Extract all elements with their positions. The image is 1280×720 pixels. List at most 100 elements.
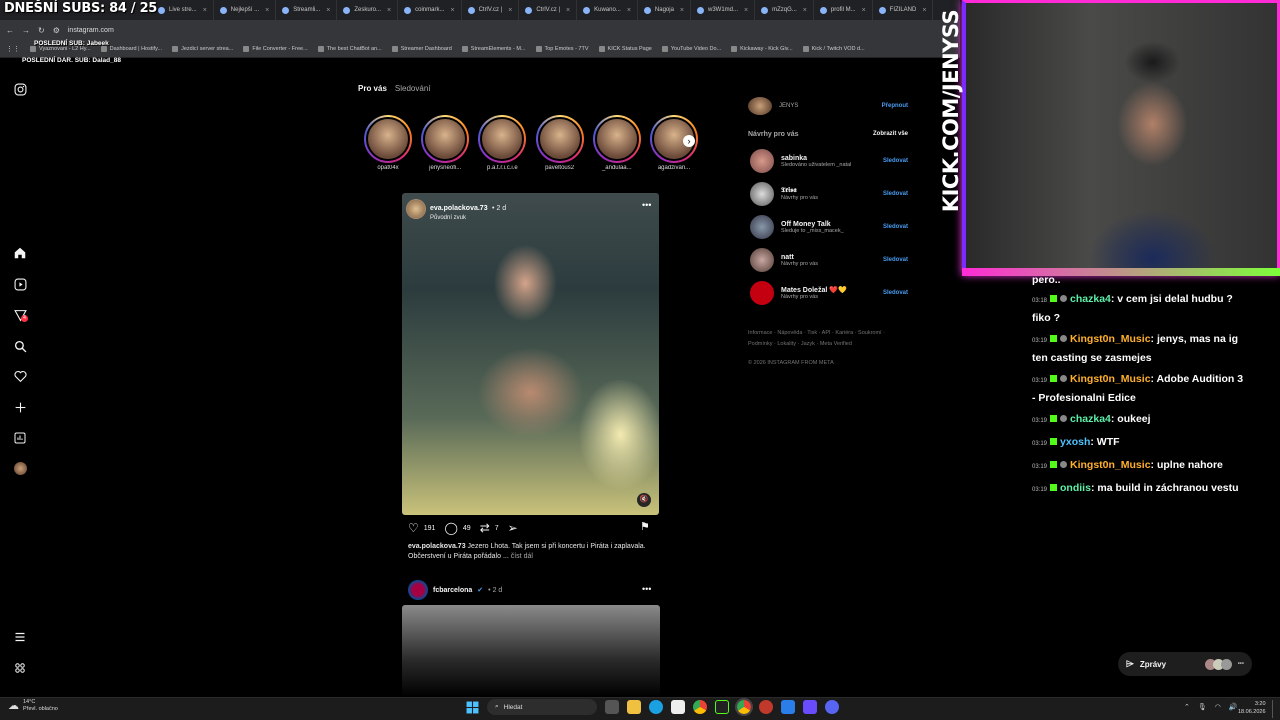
follow-button[interactable]: Sledovat xyxy=(883,191,908,197)
more-icon[interactable]: ••• xyxy=(1238,661,1244,667)
site-info-icon[interactable]: ⚙ xyxy=(53,26,60,35)
profile-avatar[interactable] xyxy=(12,460,28,476)
suggestion-avatar[interactable] xyxy=(750,281,774,305)
post2-more-icon[interactable]: ••• xyxy=(642,584,651,594)
stories-next-icon[interactable]: › xyxy=(683,135,695,147)
menu-icon[interactable] xyxy=(12,629,28,645)
browser-tab[interactable]: coinmark... × xyxy=(398,0,462,20)
mic-icon[interactable]: 🎙 xyxy=(1198,703,1207,711)
follow-button[interactable]: Sledovat xyxy=(883,158,908,164)
browser-tab[interactable]: Live stre... × xyxy=(152,0,214,20)
follow-button[interactable]: Sledovat xyxy=(883,224,908,230)
save-icon[interactable]: ⚑ xyxy=(640,520,650,533)
tab-close-icon[interactable]: × xyxy=(922,7,926,14)
edge-icon[interactable] xyxy=(649,700,663,714)
clock[interactable]: 3:20 18.06.2026 xyxy=(1238,700,1266,716)
reload-icon[interactable]: ↻ xyxy=(38,26,45,35)
bookmark-item[interactable]: Dashboard | Hostify... xyxy=(100,46,162,52)
post-author[interactable]: eva.polackova.73 xyxy=(430,205,488,212)
chat-username[interactable]: ondiis xyxy=(1060,482,1091,494)
suggestion-name[interactable]: Off Money Talk xyxy=(781,221,883,228)
chat-username[interactable]: Kingst0n_Music xyxy=(1070,373,1151,385)
suggestion-name[interactable]: natt xyxy=(781,254,883,261)
suggestion-avatar[interactable] xyxy=(750,182,774,206)
messages-icon[interactable]: 4 xyxy=(12,307,28,323)
browser-tab[interactable]: Nagoja × xyxy=(638,0,692,20)
browser-tab[interactable]: FIZILAND × xyxy=(873,0,934,20)
tab-close-icon[interactable]: × xyxy=(203,7,207,14)
current-avatar[interactable] xyxy=(748,97,772,115)
chat-username[interactable]: Kingst0n_Music xyxy=(1070,459,1151,471)
browser-tab[interactable]: Zeskuro... × xyxy=(337,0,399,20)
browser-tab[interactable]: CtrlV.cz | × xyxy=(519,0,578,20)
suggestion-name[interactable]: 𝕿𝖗𝖎𝖘𝖆 xyxy=(781,187,883,195)
browser-tab[interactable]: mZzqG... × xyxy=(755,0,814,20)
suggestion-name[interactable]: sabinka xyxy=(781,155,883,162)
apps-grid-icon[interactable]: ⋮⋮ xyxy=(6,45,20,53)
bookmark-item[interactable]: Jezdicí server strea... xyxy=(172,46,233,52)
switch-link[interactable]: Přepnout xyxy=(882,103,908,109)
discord-icon[interactable] xyxy=(825,700,839,714)
share-icon[interactable]: ➢ xyxy=(508,521,518,535)
show-desktop-strip[interactable] xyxy=(1272,700,1273,718)
chrome-active-icon[interactable] xyxy=(735,698,753,716)
chat-username[interactable]: yxosh xyxy=(1060,436,1090,448)
follow-button[interactable]: Sledovat xyxy=(883,257,908,263)
post-more-icon[interactable]: ••• xyxy=(642,200,651,210)
post2-media[interactable] xyxy=(402,605,660,697)
post2-avatar[interactable] xyxy=(408,580,428,600)
url-field[interactable]: instagram.com xyxy=(68,27,114,34)
story-item[interactable]: p.a.t.r.i.c.i.e xyxy=(475,115,529,171)
chat-username[interactable]: chazka4 xyxy=(1070,293,1111,305)
bookmark-item[interactable]: Top Emotes - 7TV xyxy=(535,46,589,52)
chrome-icon[interactable] xyxy=(693,700,707,714)
store-icon[interactable] xyxy=(671,700,685,714)
comment-icon[interactable]: ◯ xyxy=(444,521,457,535)
word-icon[interactable] xyxy=(781,700,795,714)
browser-tab[interactable]: w3W1md... × xyxy=(691,0,756,20)
bookmark-item[interactable]: Kick / Twitch VOD d... xyxy=(802,46,865,52)
tab-close-icon[interactable]: × xyxy=(450,7,454,14)
file-explorer-icon[interactable] xyxy=(627,700,641,714)
terminal-icon[interactable] xyxy=(715,700,729,714)
back-icon[interactable]: ← xyxy=(6,26,14,35)
footer-links[interactable]: Informace · Nápověda · Tisk · API · Kari… xyxy=(748,328,908,350)
meta-apps-icon[interactable] xyxy=(12,660,28,676)
chat-username[interactable]: Kingst0n_Music xyxy=(1070,333,1151,345)
suggestion-avatar[interactable] xyxy=(750,149,774,173)
browser-tab[interactable]: CtrlV.cz | × xyxy=(462,0,520,20)
tab-close-icon[interactable]: × xyxy=(680,7,684,14)
bookmark-item[interactable]: The best ChatBot an... xyxy=(317,46,382,52)
post-media[interactable]: 🔇 xyxy=(402,193,659,515)
story-item[interactable]: paveltous2 xyxy=(533,115,587,171)
bookmark-item[interactable]: Streamer Dashboard xyxy=(391,46,452,52)
read-more-link[interactable]: číst dál xyxy=(511,553,533,560)
suggestion-avatar[interactable] xyxy=(750,215,774,239)
messages-button[interactable]: ⌲ Zprávy ••• xyxy=(1118,652,1252,676)
tray-chevron-icon[interactable]: ⌃ xyxy=(1184,703,1190,711)
post2-author[interactable]: fcbarcelona xyxy=(433,587,472,594)
bookmark-item[interactable]: YouTube Video Do... xyxy=(661,46,721,52)
tab-close-icon[interactable]: × xyxy=(387,7,391,14)
chat-username[interactable]: chazka4 xyxy=(1070,413,1111,425)
reels-icon[interactable] xyxy=(12,276,28,292)
like-icon[interactable]: ♡ xyxy=(408,521,419,535)
story-item[interactable]: jenysneofi... xyxy=(418,115,472,171)
browser-tab[interactable]: Kuwano... × xyxy=(577,0,638,20)
tab-close-icon[interactable]: × xyxy=(566,7,570,14)
story-item[interactable]: opat04x xyxy=(361,115,415,171)
tab-close-icon[interactable]: × xyxy=(803,7,807,14)
heart-icon[interactable] xyxy=(12,368,28,384)
weather-widget[interactable]: ☁ 14°C Převl. oblačno xyxy=(8,699,58,713)
forward-icon[interactable]: → xyxy=(22,26,30,35)
suggestion-name[interactable]: Mates Doležal ❤️💛 xyxy=(781,286,883,294)
browser-tab[interactable]: Nejlepší ... × xyxy=(214,0,277,20)
repost-icon[interactable]: ⇄ xyxy=(480,521,490,535)
volume-icon[interactable]: 🔊 xyxy=(1229,703,1238,711)
bookmark-item[interactable]: StreamElements - M... xyxy=(461,46,526,52)
see-all-link[interactable]: Zobrazit vše xyxy=(873,131,908,138)
post-author-avatar[interactable] xyxy=(406,199,426,219)
tab-following[interactable]: Sledování xyxy=(395,84,431,93)
tab-for-you[interactable]: Pro vás xyxy=(358,84,387,93)
windows-start-icon[interactable] xyxy=(466,701,479,714)
